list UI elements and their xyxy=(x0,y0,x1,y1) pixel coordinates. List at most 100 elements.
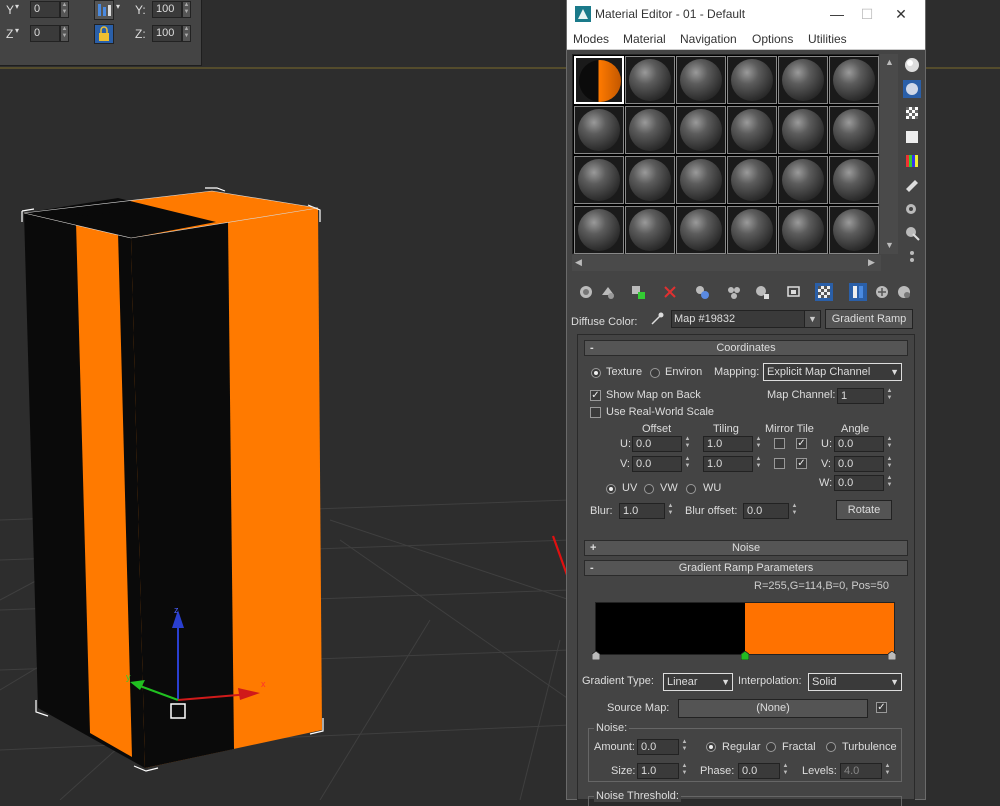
map-type-button[interactable]: Gradient Ramp xyxy=(825,309,913,329)
maximize-button[interactable]: ☐ xyxy=(853,4,881,24)
scale-y-spinner[interactable]: ▲ ▼ xyxy=(182,1,191,18)
sample-slot-selected[interactable] xyxy=(574,56,624,104)
fractal-radio[interactable] xyxy=(766,742,776,752)
v-mirror-checkbox[interactable] xyxy=(774,458,785,469)
regular-radio[interactable] xyxy=(706,742,716,752)
go-to-parent-icon[interactable] xyxy=(873,283,891,301)
phase-spinner[interactable]: ▲ ▼ xyxy=(781,763,790,779)
backlight-icon[interactable] xyxy=(903,80,921,98)
source-map-button[interactable]: (None) xyxy=(678,699,868,718)
align-icon[interactable] xyxy=(94,0,114,20)
scroll-left-icon[interactable]: ◀ xyxy=(575,257,582,268)
sample-slot[interactable] xyxy=(625,156,675,204)
show-end-result-icon[interactable] xyxy=(849,283,867,301)
sample-slot[interactable] xyxy=(625,56,675,104)
v-offset-field[interactable]: 0.0 xyxy=(632,456,682,472)
sample-type-icon[interactable] xyxy=(903,56,921,74)
w-angle-field[interactable]: 0.0 xyxy=(834,475,884,491)
minimize-button[interactable]: — xyxy=(823,4,851,24)
source-map-checkbox[interactable]: ✓ xyxy=(876,702,887,713)
vw-radio[interactable] xyxy=(644,484,654,494)
ramp-flag-middle[interactable] xyxy=(741,651,749,660)
ramp-flag-start[interactable] xyxy=(592,651,600,660)
sample-slot[interactable] xyxy=(574,206,624,254)
sample-slot[interactable] xyxy=(829,206,879,254)
gradient-ramp-rollout-header[interactable]: - Gradient Ramp Parameters xyxy=(584,560,908,576)
rotate-button[interactable]: Rotate xyxy=(836,500,892,520)
sample-slot[interactable] xyxy=(778,156,828,204)
sample-slot[interactable] xyxy=(829,106,879,154)
u-offset-field[interactable]: 0.0 xyxy=(632,436,682,452)
sample-slot[interactable] xyxy=(574,156,624,204)
v-offset-spinner[interactable]: ▲ ▼ xyxy=(683,456,692,472)
material-map-navigator-icon[interactable] xyxy=(903,248,921,266)
w-angle-spinner[interactable]: ▲ ▼ xyxy=(885,475,894,491)
amount-spinner[interactable]: ▲ ▼ xyxy=(680,739,689,755)
sample-slot[interactable] xyxy=(727,56,777,104)
size-spinner[interactable]: ▲ ▼ xyxy=(680,763,689,779)
make-preview-icon[interactable] xyxy=(903,176,921,194)
material-id-channel-icon[interactable] xyxy=(753,283,771,301)
scroll-down-icon[interactable]: ▼ xyxy=(885,240,894,250)
map-channel-field[interactable]: 1 xyxy=(837,388,884,404)
put-material-to-scene-icon[interactable] xyxy=(599,283,617,301)
coordinates-rollout-header[interactable]: - Coordinates xyxy=(584,340,908,356)
close-button[interactable]: ✕ xyxy=(887,4,915,24)
sample-slot[interactable] xyxy=(625,206,675,254)
show-map-in-viewport-icon[interactable] xyxy=(815,283,833,301)
blur-spinner[interactable]: ▲ ▼ xyxy=(666,503,675,519)
texture-radio[interactable] xyxy=(591,368,601,378)
background-icon[interactable] xyxy=(903,104,921,122)
mapping-dropdown[interactable]: Explicit Map Channel ▼ xyxy=(763,363,902,381)
ramp-flag-end[interactable] xyxy=(888,651,896,660)
assign-material-icon[interactable] xyxy=(629,283,647,301)
environ-radio[interactable] xyxy=(650,368,660,378)
video-color-check-icon[interactable] xyxy=(903,152,921,170)
blur-offset-field[interactable]: 0.0 xyxy=(743,503,789,519)
scale-z-spinner[interactable]: ▲ ▼ xyxy=(182,25,191,42)
wu-radio[interactable] xyxy=(686,484,696,494)
v-tile-checkbox[interactable]: ✓ xyxy=(796,458,807,469)
size-field[interactable]: 1.0 xyxy=(637,763,679,779)
sample-slot[interactable] xyxy=(727,206,777,254)
sample-slot[interactable] xyxy=(778,106,828,154)
u-offset-spinner[interactable]: ▲ ▼ xyxy=(683,436,692,452)
sample-slot[interactable] xyxy=(829,156,879,204)
v-angle-spinner[interactable]: ▲ ▼ xyxy=(885,456,894,472)
map-channel-spinner[interactable]: ▲ ▼ xyxy=(885,388,894,404)
sample-slot[interactable] xyxy=(778,206,828,254)
sample-slot[interactable] xyxy=(625,106,675,154)
v-angle-field[interactable]: 0.0 xyxy=(834,456,884,472)
u-angle-field[interactable]: 0.0 xyxy=(834,436,884,452)
chevron-down-icon[interactable]: ▼ xyxy=(804,311,820,327)
use-real-world-checkbox[interactable] xyxy=(590,407,601,418)
z-position-field[interactable]: 0 xyxy=(30,25,60,42)
sample-slot[interactable] xyxy=(574,106,624,154)
menu-utilities[interactable]: Utilities xyxy=(808,32,847,46)
u-angle-spinner[interactable]: ▲ ▼ xyxy=(885,436,894,452)
sample-slot[interactable] xyxy=(676,206,726,254)
slots-horizontal-scrollbar[interactable]: ◀ ▶ xyxy=(572,255,881,271)
lock-icon[interactable] xyxy=(94,24,114,44)
noise-rollout-header[interactable]: + Noise xyxy=(584,540,908,556)
u-tiling-spinner[interactable]: ▲ ▼ xyxy=(754,436,763,452)
interpolation-dropdown[interactable]: Solid ▼ xyxy=(808,673,902,691)
z-position-spinner[interactable]: ▲ ▼ xyxy=(60,25,69,42)
v-tiling-field[interactable]: 1.0 xyxy=(703,456,753,472)
scroll-up-icon[interactable]: ▲ xyxy=(885,57,894,67)
turbulence-radio[interactable] xyxy=(826,742,836,752)
sample-slot[interactable] xyxy=(676,106,726,154)
menu-options[interactable]: Options xyxy=(752,32,793,46)
select-by-material-icon[interactable] xyxy=(903,224,921,242)
options-icon[interactable] xyxy=(903,200,921,218)
sample-slot[interactable] xyxy=(727,156,777,204)
get-material-icon[interactable] xyxy=(577,283,595,301)
align-dropdown-icon[interactable]: ▾ xyxy=(116,2,120,11)
uv-radio[interactable] xyxy=(606,484,616,494)
menu-material[interactable]: Material xyxy=(623,32,666,46)
reset-map-icon[interactable] xyxy=(661,283,679,301)
amount-field[interactable]: 0.0 xyxy=(637,739,679,755)
blur-offset-spinner[interactable]: ▲ ▼ xyxy=(790,503,799,519)
scale-y-field[interactable]: 100 xyxy=(152,1,182,18)
sample-slot[interactable] xyxy=(676,156,726,204)
